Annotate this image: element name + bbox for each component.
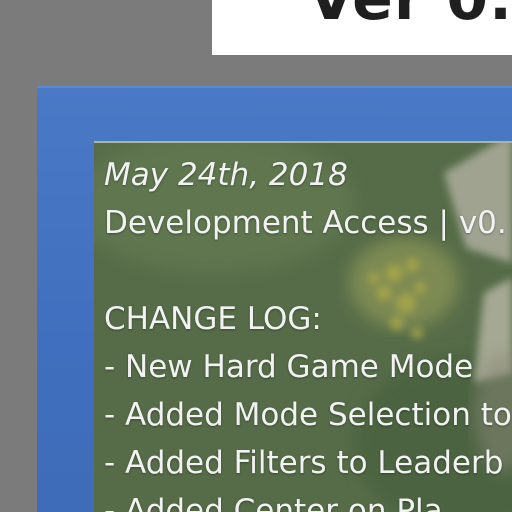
frame-highlight <box>37 86 512 88</box>
changelog-item: - New Hard Game Mode <box>104 349 474 385</box>
changelog-item: - Added Center on Pla <box>104 493 443 512</box>
build-subtitle: Development Access | v0. <box>104 205 507 241</box>
changelog-heading: CHANGE LOG: <box>104 301 322 337</box>
version-banner: Ver 0. <box>212 0 512 55</box>
changelog-text: May 24th, 2018 Development Access | v0. … <box>104 151 512 512</box>
release-date: May 24th, 2018 <box>104 157 348 193</box>
changelog-item: - Added Filters to Leaderb <box>104 445 504 481</box>
changelog-box[interactable]: May 24th, 2018 Development Access | v0. … <box>94 141 512 512</box>
version-label: Ver 0. <box>308 0 512 34</box>
changelog-panel: May 24th, 2018 Development Access | v0. … <box>37 86 512 512</box>
changelog-item: - Added Mode Selection to <box>104 397 512 433</box>
